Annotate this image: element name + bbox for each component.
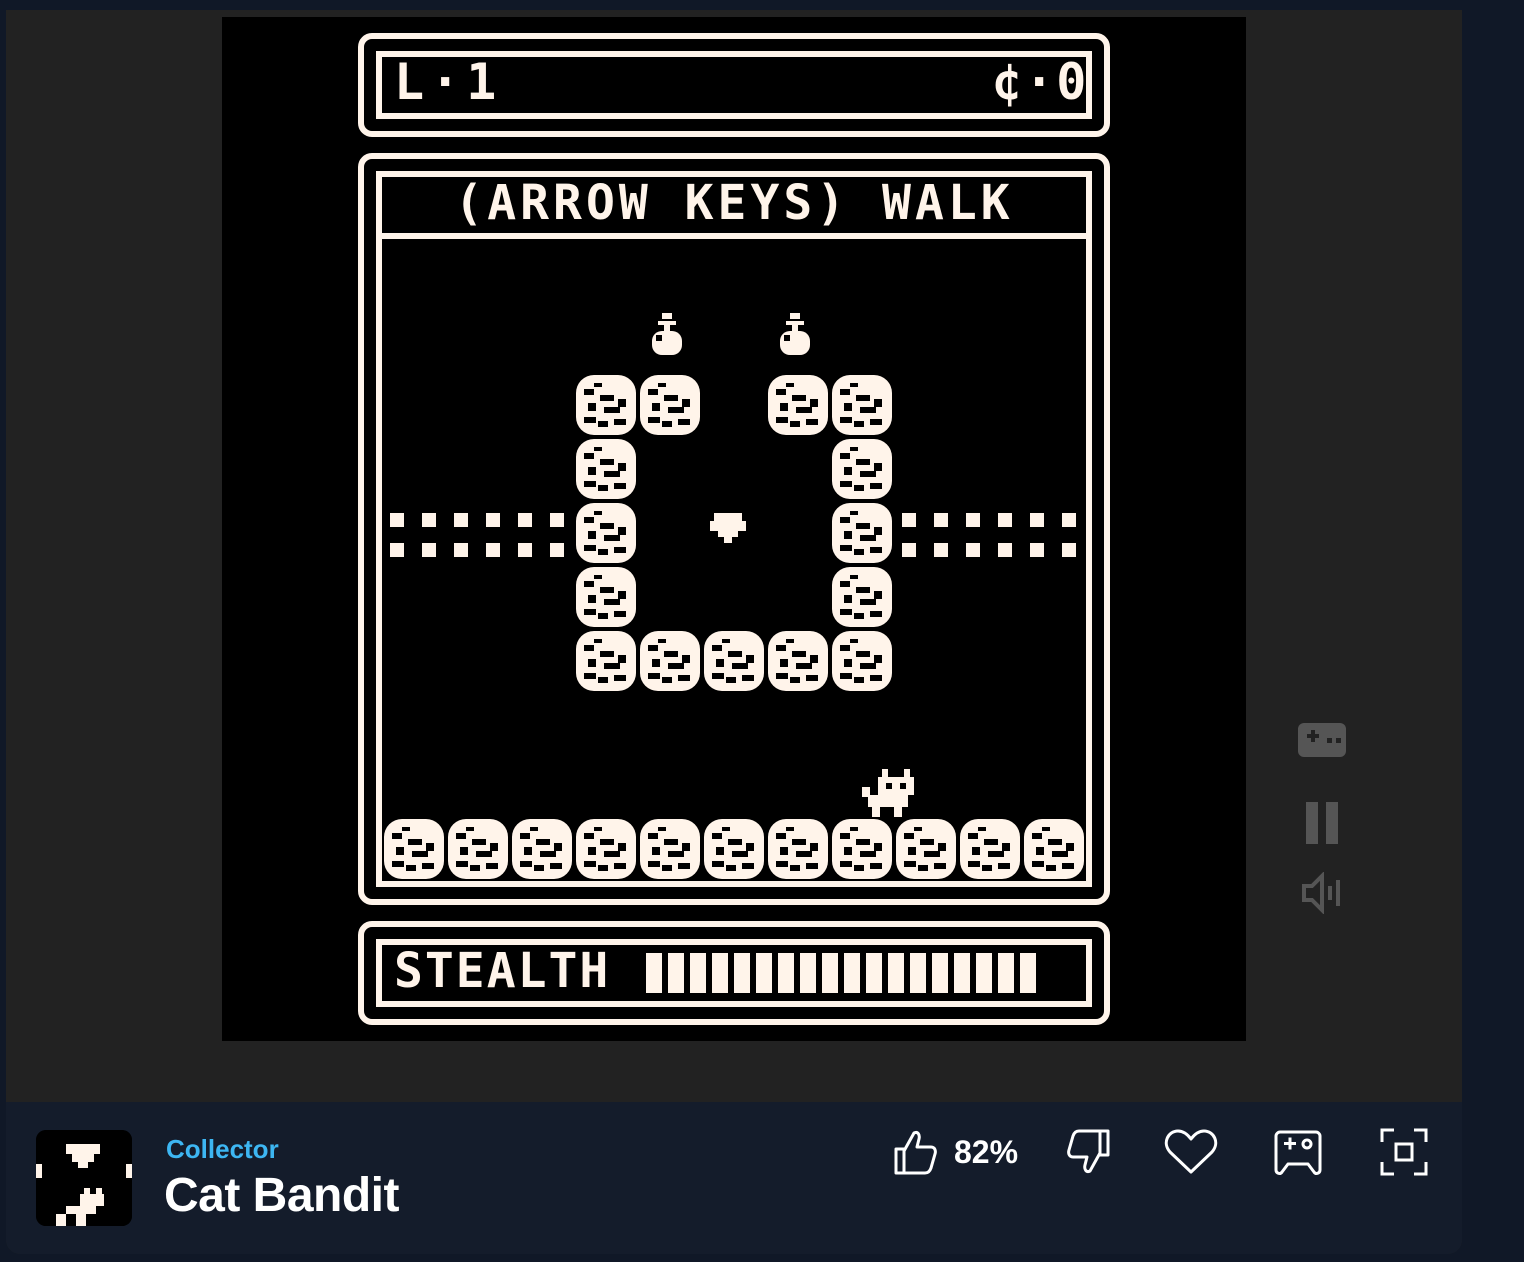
like-button[interactable]: 82%	[892, 1122, 1018, 1182]
stealth-segment	[866, 953, 882, 993]
app-frame: L·1 ¢·0 (ARROW KEYS) WALK STEALTH Collec…	[6, 10, 1462, 1254]
gamepad-add-icon	[1274, 1130, 1322, 1175]
author-link[interactable]: Collector	[166, 1134, 279, 1165]
rock-floor	[384, 819, 1084, 879]
dislike-button[interactable]	[1066, 1122, 1112, 1182]
stealth-segment	[910, 953, 926, 993]
gamepad-icon	[1298, 723, 1346, 757]
rock-wall-top	[576, 375, 892, 435]
stealth-meter	[646, 953, 1050, 993]
rock-wall-bottom	[576, 631, 892, 691]
stealth-segment	[668, 953, 684, 993]
stealth-segment	[976, 953, 992, 993]
stealth-segment	[822, 953, 838, 993]
stealth-segment	[888, 953, 904, 993]
add-to-playlist-button[interactable]	[1274, 1122, 1322, 1182]
game-canvas[interactable]: L·1 ¢·0 (ARROW KEYS) WALK STEALTH	[222, 17, 1246, 1041]
laser-right	[902, 513, 1076, 557]
stealth-segment	[712, 953, 728, 993]
laser-left	[390, 513, 564, 557]
rock-wall-right	[832, 439, 892, 627]
fullscreen-icon	[1380, 1128, 1428, 1176]
gem	[710, 513, 746, 543]
sound-button[interactable]	[1296, 872, 1348, 914]
favorite-button[interactable]	[1164, 1122, 1218, 1182]
stealth-segment	[734, 953, 750, 993]
fullscreen-button[interactable]	[1380, 1122, 1428, 1182]
stealth-segment	[1020, 953, 1036, 993]
gamepad-button[interactable]	[1296, 722, 1348, 758]
stealth-segment	[932, 953, 948, 993]
stealth-segment	[646, 953, 662, 993]
pause-icon	[1306, 802, 1338, 844]
stealth-segment	[756, 953, 772, 993]
sound-icon	[1302, 872, 1340, 914]
thumbnail-art	[36, 1130, 132, 1226]
stealth-label: STEALTH	[394, 943, 611, 999]
stealth-segment	[778, 953, 794, 993]
rock-wall-left	[576, 439, 636, 627]
thumbs-up-icon	[894, 1131, 937, 1175]
stealth-segment	[844, 953, 860, 993]
game-thumbnail[interactable]	[36, 1130, 132, 1226]
game-world	[384, 313, 1084, 879]
cat-player	[862, 769, 914, 817]
heart-icon	[1164, 1129, 1218, 1174]
game-stage: L·1 ¢·0 (ARROW KEYS) WALK STEALTH	[6, 10, 1462, 1102]
stealth-segment	[998, 953, 1014, 993]
pause-button[interactable]	[1296, 802, 1348, 844]
game-info-bar: Collector Cat Bandit 82%	[6, 1102, 1462, 1254]
stealth-segment	[690, 953, 706, 993]
thumbs-down-icon	[1067, 1129, 1110, 1173]
rating-percent: 82%	[954, 1133, 1019, 1170]
game-title: Cat Bandit	[164, 1169, 400, 1222]
stealth-segment	[954, 953, 970, 993]
stealth-segment	[800, 953, 816, 993]
